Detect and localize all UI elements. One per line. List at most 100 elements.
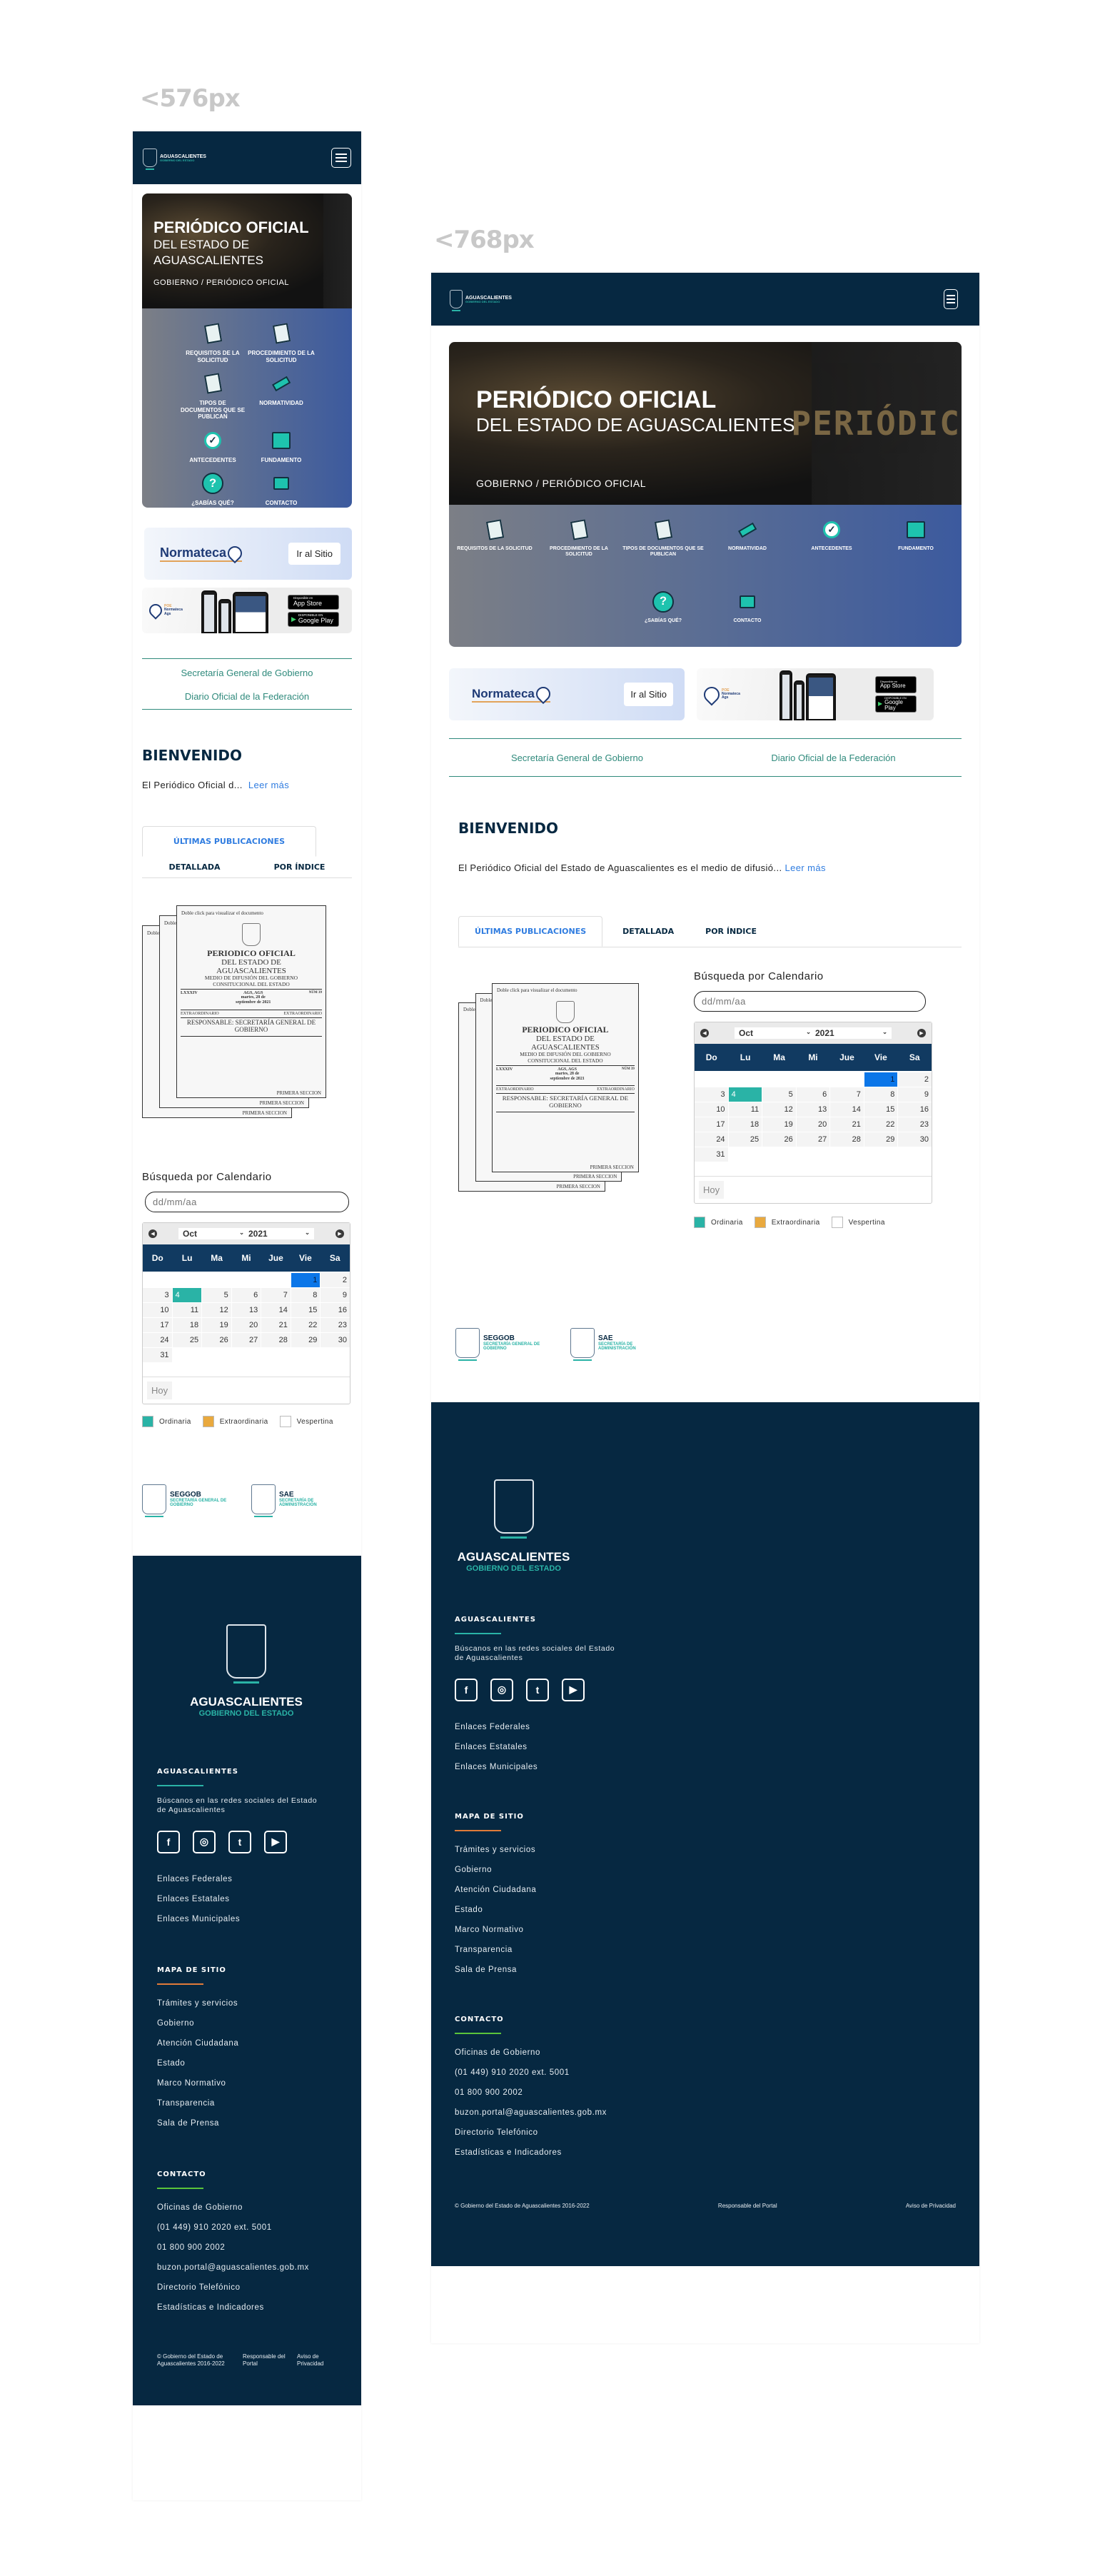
legal-link[interactable]: Responsable del Portal [718, 2203, 777, 2210]
footer-link[interactable]: Enlaces Estatales [157, 1889, 337, 1909]
twitter-icon[interactable]: t [526, 1678, 549, 1701]
calendar-day[interactable]: 12 [762, 1102, 796, 1117]
calendar-day[interactable]: 17 [143, 1318, 172, 1332]
brand-logo[interactable]: AGUASCALIENTES GOBIERNO DEL ESTADO [143, 149, 206, 170]
quick-link-item[interactable]: ? ¿SABÍAS QUÉ? [178, 471, 247, 508]
today-button[interactable]: Hoy [147, 1382, 173, 1399]
footer-link[interactable]: Oficinas de Gobierno [157, 2198, 337, 2218]
calendar-day[interactable]: 16 [321, 1303, 350, 1317]
legal-link[interactable]: Aviso de Privacidad [906, 2203, 956, 2210]
footer-link[interactable]: Enlaces Federales [455, 1717, 956, 1737]
menu-toggle-button[interactable] [944, 289, 958, 309]
calendar-day[interactable]: 24 [695, 1132, 728, 1147]
partner-logo[interactable]: SEGGOB SECRETARÍA GENERAL DE GOBIERNO [142, 1484, 236, 1517]
footer-link[interactable]: buzon.portal@aguascalientes.gob.mx [157, 2258, 337, 2278]
footer-link[interactable]: Trámites y servicios [455, 1840, 956, 1860]
calendar-day[interactable]: 13 [796, 1102, 830, 1117]
quick-link-item[interactable]: TIPOS DE DOCUMENTOS QUE SE PUBLICAN [178, 371, 247, 421]
calendar-day[interactable]: 6 [796, 1087, 830, 1102]
footer-link[interactable]: Gobierno [455, 1860, 956, 1880]
calendar-day[interactable]: 15 [291, 1303, 321, 1317]
year-select[interactable]: 2021 ⌄ [248, 1229, 310, 1239]
calendar-day[interactable]: 25 [728, 1132, 762, 1147]
calendar-day[interactable]: 22 [291, 1318, 321, 1332]
date-input[interactable] [694, 991, 926, 1012]
tab-latest[interactable]: ÚLTIMAS PUBLICACIONES [142, 826, 316, 857]
footer-link[interactable]: Gobierno [157, 2013, 337, 2033]
calendar-day[interactable]: 10 [695, 1102, 728, 1117]
youtube-icon[interactable]: ▶ [562, 1678, 585, 1701]
next-month-button[interactable]: ▶ [335, 1229, 344, 1238]
facebook-icon[interactable]: f [455, 1678, 478, 1701]
footer-link[interactable]: (01 449) 910 2020 ext. 5001 [455, 2063, 956, 2083]
read-more-link[interactable]: Leer más [784, 862, 825, 873]
calendar-day[interactable]: 19 [202, 1318, 231, 1332]
twitter-icon[interactable]: t [228, 1830, 251, 1853]
quick-link-item[interactable]: CONTACTO [247, 471, 316, 508]
quick-link-item[interactable]: FUNDAMENTO [874, 518, 958, 581]
app-store-badge[interactable]: Disponible en App Store [874, 676, 917, 693]
footer-link[interactable]: 01 800 900 2002 [157, 2238, 337, 2258]
go-to-site-button[interactable]: Ir al Sitio [624, 683, 673, 706]
prev-month-button[interactable]: ◀ [148, 1229, 157, 1238]
calendar-day[interactable]: 22 [864, 1117, 898, 1132]
calendar-day[interactable]: 19 [762, 1117, 796, 1132]
calendar-day[interactable]: 7 [261, 1288, 291, 1302]
calendar-day[interactable]: 13 [231, 1303, 261, 1317]
calendar-day[interactable]: 20 [796, 1117, 830, 1132]
calendar-day[interactable]: 1 [864, 1072, 898, 1087]
publication-card[interactable]: Doble click para visualizar el documento… [492, 983, 639, 1172]
normateca-banner[interactable]: Normateca Ir al Sitio [144, 528, 352, 580]
quick-link-item[interactable]: REQUISITOS DE LA SOLICITUD [453, 518, 537, 581]
footer-link[interactable]: Transparencia [157, 2093, 337, 2113]
calendar-day[interactable]: 27 [796, 1132, 830, 1147]
calendar-day[interactable]: 27 [231, 1333, 261, 1347]
youtube-icon[interactable]: ▶ [264, 1830, 287, 1853]
brand-logo[interactable]: AGUASCALIENTES GOBIERNO DEL ESTADO [450, 290, 512, 311]
date-input[interactable] [145, 1192, 349, 1212]
calendar-day[interactable]: 10 [143, 1303, 172, 1317]
quick-link-item[interactable]: ✓ ANTECEDENTES [178, 428, 247, 465]
footer-link[interactable]: Transparencia [455, 1940, 956, 1960]
prev-month-button[interactable]: ◀ [700, 1029, 709, 1037]
footer-link[interactable]: Trámites y servicios [157, 1993, 337, 2013]
calendar-day[interactable]: 2 [321, 1273, 350, 1287]
publication-card[interactable]: Doble click para visualizar el documento… [176, 905, 326, 1098]
calendar-day[interactable]: 23 [898, 1117, 932, 1132]
calendar-day[interactable]: 11 [728, 1102, 762, 1117]
calendar-day[interactable]: 3 [143, 1288, 172, 1302]
calendar-day[interactable]: 29 [291, 1333, 321, 1347]
footer-link[interactable]: Directorio Telefónico [455, 2123, 956, 2143]
facebook-icon[interactable]: f [157, 1830, 180, 1853]
partner-logo[interactable]: SAE SECRETARÍA DE ADMINISTRACIÓN [570, 1328, 664, 1361]
footer-link[interactable]: (01 449) 910 2020 ext. 5001 [157, 2218, 337, 2238]
link-secretaria-general[interactable]: Secretaría General de Gobierno [449, 753, 705, 763]
calendar-day[interactable]: 15 [864, 1102, 898, 1117]
legal-link[interactable]: Responsable del Portal [243, 2353, 290, 2368]
year-select[interactable]: 2021 ⌄ [815, 1028, 887, 1038]
link-diario-oficial[interactable]: Diario Oficial de la Federación [705, 753, 962, 763]
quick-link-item[interactable]: NORMATIVIDAD [247, 371, 316, 421]
calendar-day[interactable]: 28 [830, 1132, 864, 1147]
read-more-link[interactable]: Leer más [248, 780, 289, 790]
calendar-day[interactable]: 31 [143, 1348, 172, 1362]
tab-detailed[interactable]: DETALLADA [602, 927, 694, 936]
quick-link-item[interactable]: ? ¿SABÍAS QUÉ? [621, 590, 705, 647]
calendar-day[interactable]: 30 [321, 1333, 350, 1347]
link-secretaria-general[interactable]: Secretaría General de Gobierno [142, 668, 352, 678]
calendar-day[interactable]: 3 [695, 1087, 728, 1102]
calendar-day[interactable]: 5 [762, 1087, 796, 1102]
calendar-day[interactable]: 18 [728, 1117, 762, 1132]
footer-link[interactable]: Enlaces Municipales [455, 1757, 956, 1777]
legal-link[interactable]: © Gobierno del Estado de Aguascalientes … [455, 2203, 590, 2210]
legal-link[interactable]: Aviso de Privacidad [297, 2353, 337, 2368]
quick-link-item[interactable]: PROCEDIMIENTO DE LA SOLICITUD [537, 518, 621, 581]
calendar-day[interactable]: 8 [291, 1288, 321, 1302]
footer-link[interactable]: 01 800 900 2002 [455, 2083, 956, 2103]
quick-link-item[interactable]: NORMATIVIDAD [705, 518, 789, 581]
calendar-day[interactable]: 14 [261, 1303, 291, 1317]
calendar-day[interactable]: 12 [202, 1303, 231, 1317]
calendar-day[interactable]: 8 [864, 1087, 898, 1102]
tab-latest[interactable]: ÚLTIMAS PUBLICACIONES [458, 916, 603, 947]
calendar-day[interactable]: 18 [172, 1318, 202, 1332]
